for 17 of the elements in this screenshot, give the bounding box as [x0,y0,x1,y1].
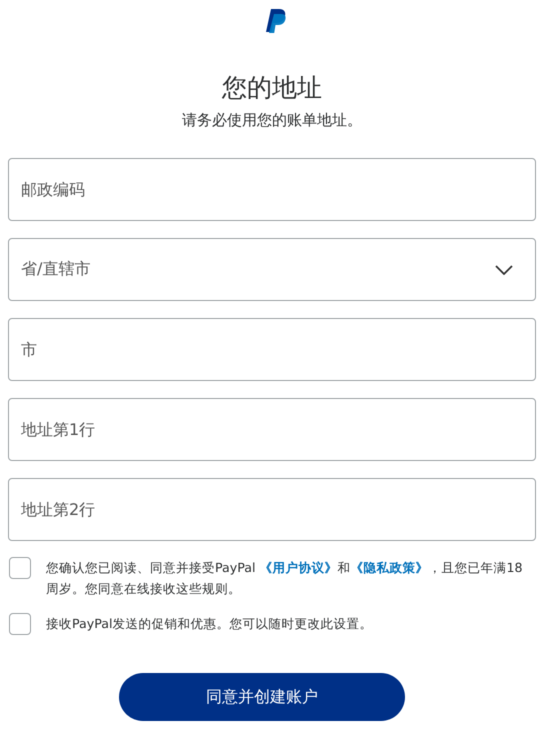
checkbox[interactable] [9,557,31,579]
input-field[interactable]: 地址第1行 [8,398,536,461]
consent-text: 接收PayPal发送的促销和优惠。您可以随时更改此设置。 [46,615,374,633]
input-field[interactable]: 邮政编码 [8,158,536,221]
policy-link[interactable]: 《用户协议》 [259,560,338,575]
consent-text: 您确认您已阅读、同意并接受PayPal 《用户协议》和《隐私政策》，且您已年满18周岁。您同意在线接收这些规则。 [46,559,524,598]
policy-link[interactable]: 《隐私政策》 [350,560,428,575]
chevron-down-icon [495,264,513,274]
checkbox[interactable] [9,613,31,635]
page-title: 您的地址 [221,72,323,104]
input-field[interactable]: 市 [8,318,536,381]
dropdown-placeholder: 省/直辖市 [21,259,90,280]
paypal-logo [264,8,288,36]
create-account-button[interactable]: 同意并创建账户 [119,673,405,721]
page-subtitle: 请务必使用您的账单地址。 [181,110,363,130]
province-dropdown[interactable]: 省/直辖市 [8,238,536,301]
input-field[interactable]: 地址第2行 [8,478,536,541]
